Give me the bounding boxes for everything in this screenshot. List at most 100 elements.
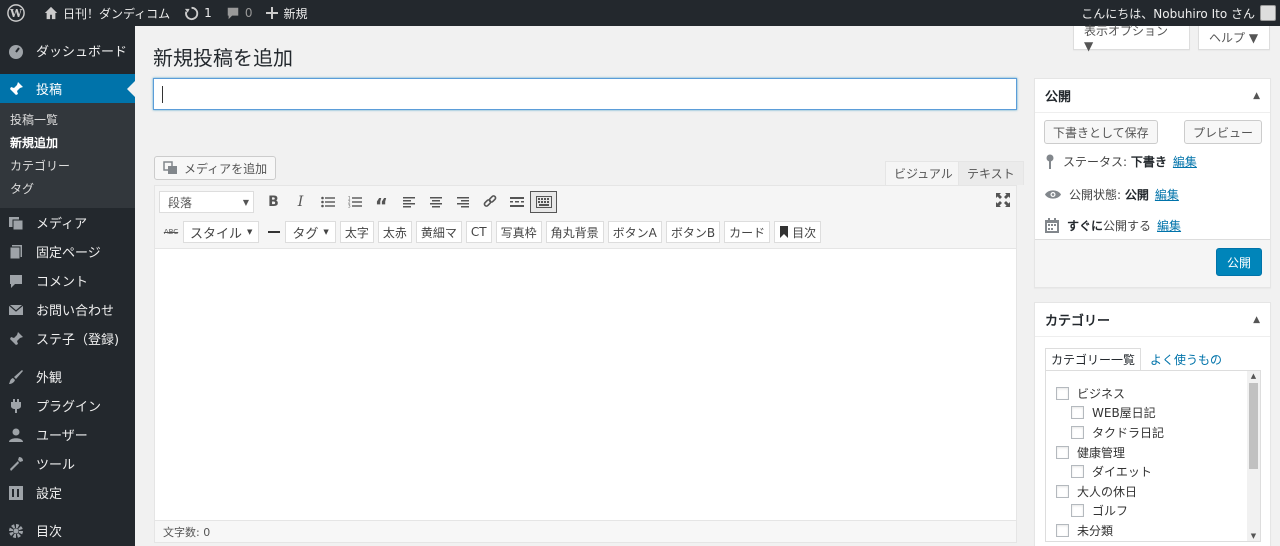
toc-button[interactable]: 目次 bbox=[774, 221, 822, 243]
checkbox[interactable] bbox=[1056, 387, 1069, 400]
menu-dashboard[interactable]: ダッシュボード bbox=[0, 36, 135, 65]
category-label: ダイエット bbox=[1092, 465, 1152, 479]
scroll-up-icon[interactable]: ▲ bbox=[1247, 371, 1260, 381]
collapse-icon[interactable]: ▲ bbox=[1253, 91, 1260, 101]
menu-label: ダッシュボード bbox=[36, 45, 128, 60]
align-left-icon[interactable] bbox=[395, 191, 422, 213]
home-icon bbox=[44, 6, 58, 20]
category-item[interactable]: ダイエット bbox=[1071, 463, 1152, 480]
toc-button-label: 目次 bbox=[792, 225, 817, 240]
bold-red-button[interactable]: 太赤 bbox=[377, 221, 412, 243]
menu-plugins[interactable]: プラグイン bbox=[0, 391, 135, 420]
submenu-all-posts[interactable]: 投稿一覧 bbox=[0, 109, 135, 132]
category-item[interactable]: ゴルフ bbox=[1071, 502, 1128, 519]
checkbox[interactable] bbox=[1056, 524, 1069, 537]
horizontal-line-icon[interactable] bbox=[263, 221, 285, 243]
align-center-icon[interactable] bbox=[422, 191, 449, 213]
page-icon bbox=[8, 244, 24, 260]
publish-box-header[interactable]: 公開 ▲ bbox=[1035, 79, 1270, 113]
help-button[interactable]: ヘルプ ▼ bbox=[1198, 26, 1270, 50]
category-item[interactable]: 大人の休日 bbox=[1056, 483, 1137, 500]
settings-icon bbox=[8, 485, 24, 501]
bold-icon[interactable]: B bbox=[260, 191, 287, 213]
ct-button[interactable]: CT bbox=[465, 221, 492, 243]
category-box-header[interactable]: カテゴリー ▲ bbox=[1035, 303, 1270, 337]
format-select[interactable]: 段落 ▼ bbox=[159, 191, 254, 213]
menu-pages[interactable]: 固定ページ bbox=[0, 237, 135, 266]
menu-appearance[interactable]: 外観 bbox=[0, 362, 135, 391]
comments-link[interactable]: 0 bbox=[219, 0, 260, 26]
checkbox[interactable] bbox=[1056, 485, 1069, 498]
rounded-bg-button[interactable]: 角丸背景 bbox=[545, 221, 604, 243]
wordpress-logo-icon[interactable]: W bbox=[0, 0, 37, 26]
menu-tools[interactable]: ツール bbox=[0, 449, 135, 478]
read-more-icon[interactable] bbox=[503, 191, 530, 213]
menu-users[interactable]: ユーザー bbox=[0, 420, 135, 449]
new-content-link[interactable]: 新規 bbox=[259, 0, 314, 26]
menu-media[interactable]: メディア bbox=[0, 208, 135, 237]
preview-button[interactable]: プレビュー bbox=[1183, 120, 1262, 144]
menu-posts[interactable]: 投稿 bbox=[0, 74, 135, 103]
button-b-button[interactable]: ボタンB bbox=[665, 221, 721, 243]
blockquote-icon[interactable]: “ bbox=[368, 191, 395, 218]
save-draft-button[interactable]: 下書きとして保存 bbox=[1044, 120, 1158, 144]
menu-comments[interactable]: コメント bbox=[0, 266, 135, 295]
menu-label: ツール bbox=[36, 458, 76, 473]
add-media-button[interactable]: メディアを追加 bbox=[154, 156, 277, 180]
category-label: 大人の休日 bbox=[1077, 485, 1138, 499]
scroll-thumb[interactable] bbox=[1249, 383, 1258, 469]
category-item[interactable]: ビジネス bbox=[1056, 385, 1125, 402]
tab-most-used[interactable]: よく使うもの bbox=[1145, 348, 1227, 371]
screen-options-button[interactable]: 表示オプション ▼ bbox=[1073, 24, 1190, 53]
content-editable-area[interactable] bbox=[155, 249, 1016, 519]
category-scrollbar[interactable]: ▲ ▼ bbox=[1247, 371, 1260, 541]
category-item[interactable]: タクドラ日記 bbox=[1071, 424, 1164, 441]
checkbox[interactable] bbox=[1071, 406, 1084, 419]
submenu-add-new[interactable]: 新規追加 bbox=[0, 132, 135, 155]
fullscreen-icon[interactable] bbox=[996, 193, 1010, 207]
edit-status-link[interactable]: 編集 bbox=[1173, 153, 1197, 170]
category-item[interactable]: WEB屋日記 bbox=[1071, 404, 1156, 421]
checkbox[interactable] bbox=[1071, 504, 1084, 517]
tag-select[interactable]: タグ ▼ bbox=[285, 221, 336, 243]
link-icon[interactable] bbox=[476, 191, 503, 213]
align-right-icon[interactable] bbox=[449, 191, 476, 213]
style-select-label: スタイル bbox=[190, 226, 243, 242]
photo-frame-button[interactable]: 写真枠 bbox=[495, 221, 542, 243]
updates-link[interactable]: 1 bbox=[177, 0, 219, 26]
button-a-button[interactable]: ボタンA bbox=[607, 221, 662, 243]
category-item[interactable]: 未分類 bbox=[1056, 522, 1113, 539]
card-button[interactable]: カード bbox=[724, 221, 771, 243]
style-select[interactable]: スタイル ▼ bbox=[183, 221, 260, 243]
edit-visibility-link[interactable]: 編集 bbox=[1155, 186, 1179, 203]
tab-visual[interactable]: ビジュアル bbox=[885, 161, 962, 185]
checkbox[interactable] bbox=[1071, 426, 1084, 439]
bullet-list-icon[interactable] bbox=[314, 191, 341, 213]
menu-toc[interactable]: 目次 bbox=[0, 516, 135, 545]
scroll-down-icon[interactable]: ▼ bbox=[1247, 531, 1260, 541]
submenu-categories[interactable]: カテゴリー bbox=[0, 155, 135, 178]
edit-schedule-link[interactable]: 編集 bbox=[1157, 217, 1181, 234]
bold-style-button[interactable]: 太字 bbox=[339, 221, 374, 243]
submenu-tags[interactable]: タグ bbox=[0, 178, 135, 201]
italic-icon[interactable]: I bbox=[287, 191, 314, 213]
category-item[interactable]: 健康管理 bbox=[1056, 444, 1125, 461]
visibility-value: 公開 bbox=[1124, 188, 1149, 202]
collapse-icon[interactable]: ▲ bbox=[1253, 315, 1260, 325]
toolbar-toggle-icon[interactable] bbox=[530, 191, 557, 213]
pin-icon bbox=[8, 331, 24, 347]
site-name-link[interactable]: 日刊！ダンディコム bbox=[37, 0, 177, 26]
tab-text[interactable]: テキスト bbox=[958, 161, 1024, 185]
numbered-list-icon[interactable]: 123 bbox=[341, 191, 368, 213]
strikethrough-icon[interactable]: ABC bbox=[159, 221, 183, 243]
tab-all-categories[interactable]: カテゴリー一覧 bbox=[1045, 348, 1142, 371]
format-select-value: 段落 bbox=[168, 195, 193, 210]
post-title-input[interactable] bbox=[153, 78, 1017, 110]
yellow-marker-button[interactable]: 黄細マ bbox=[415, 221, 462, 243]
menu-suteko[interactable]: ステ子（登録) bbox=[0, 324, 135, 353]
checkbox[interactable] bbox=[1071, 465, 1084, 478]
publish-button[interactable]: 公開 bbox=[1215, 248, 1262, 276]
menu-settings[interactable]: 設定 bbox=[0, 478, 135, 507]
checkbox[interactable] bbox=[1056, 446, 1069, 459]
menu-contact[interactable]: お問い合わせ bbox=[0, 295, 135, 324]
